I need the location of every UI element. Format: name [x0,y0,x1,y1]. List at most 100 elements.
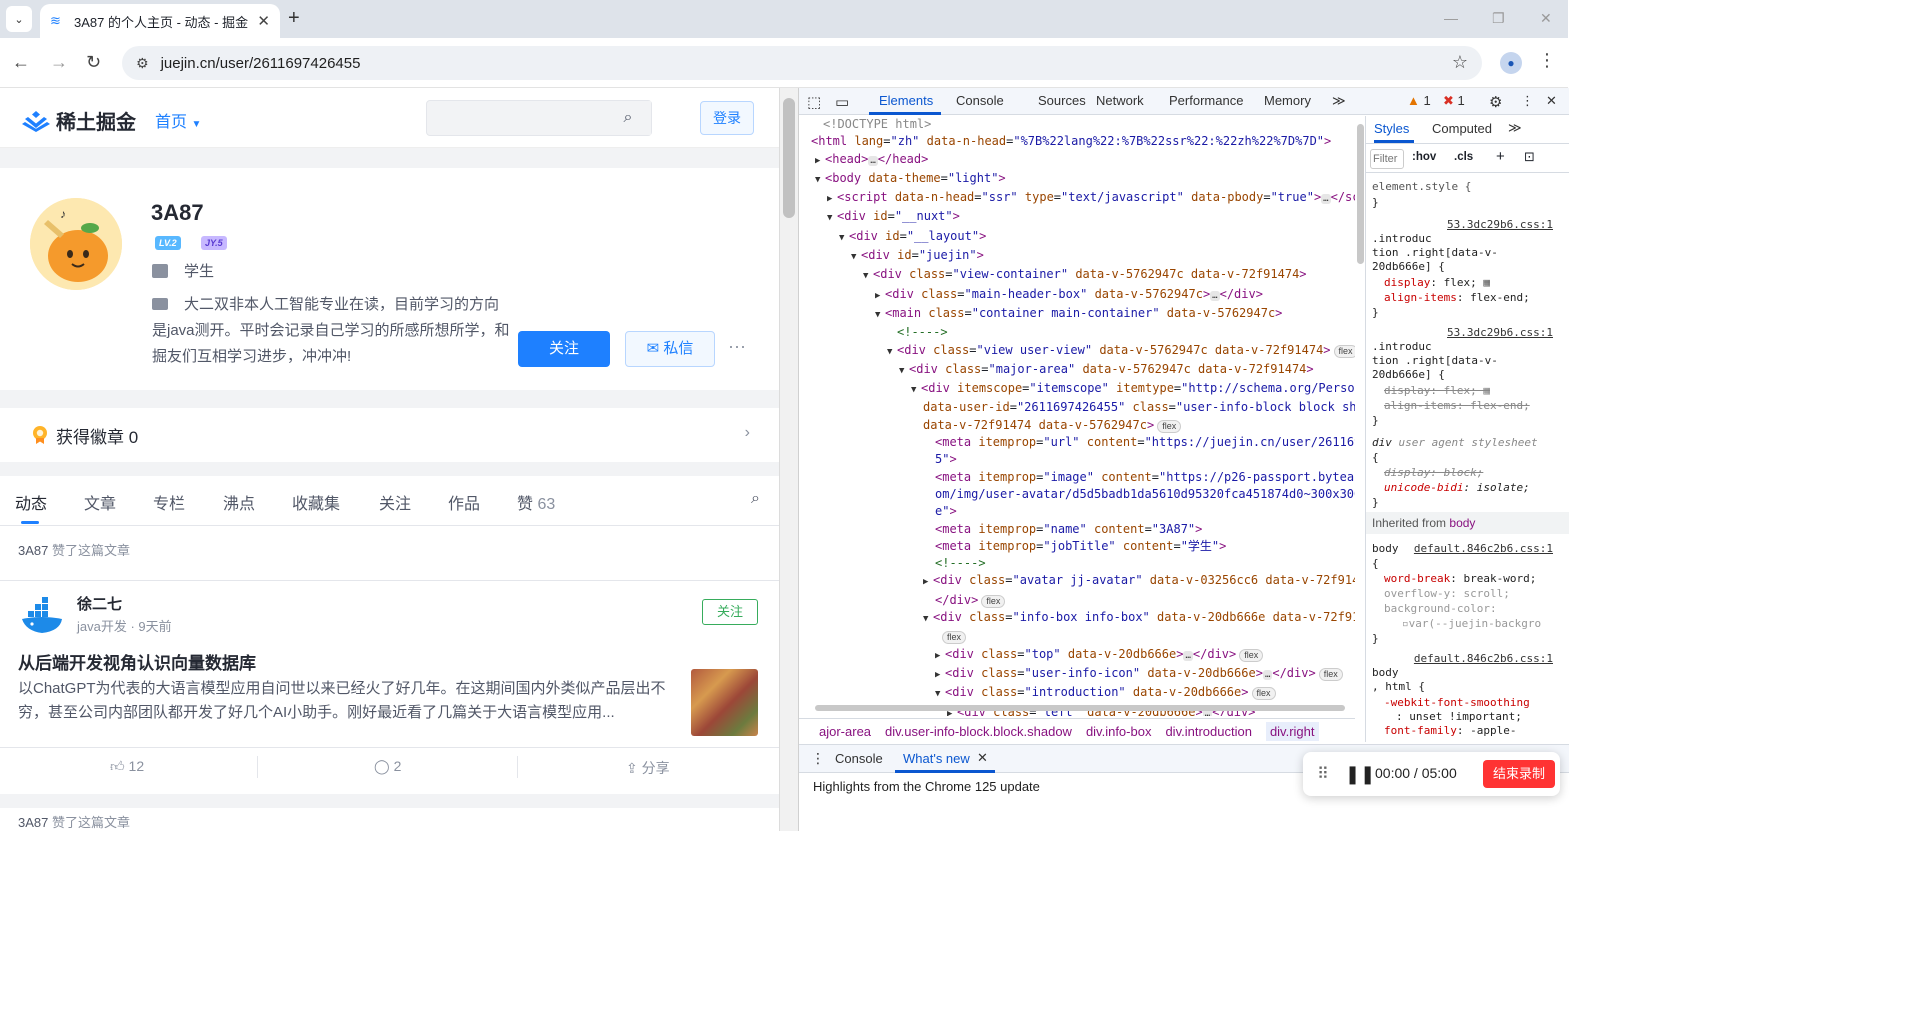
style-selector[interactable]: tion .right[data-v- [1372,246,1498,259]
back-icon[interactable]: ← [12,50,30,74]
article-title[interactable]: 从后端开发视角认识向量数据库 [18,649,256,674]
dom-node[interactable]: <!----> [799,324,1355,341]
style-selector[interactable]: tion .right[data-v- [1372,354,1498,367]
dom-node[interactable]: <meta itemprop="url" content="https://ju… [799,434,1355,451]
style-declaration[interactable]: -webkit-font-smoothing [1372,696,1530,709]
dom-node[interactable]: data-v-72f91474 data-v-5762947c> flex [799,417,1355,434]
browser-tab-active[interactable]: ≋ 3A87 的个人主页 - 动态 - 掘金 ✕ [40,4,280,38]
tab-network[interactable]: Network [1096,93,1144,108]
dom-node[interactable]: <meta itemprop="name" content="3A87"> [799,521,1355,538]
page-scrollbar[interactable] [780,88,798,831]
style-selector[interactable]: 20db666e] { [1372,260,1445,273]
dom-node[interactable]: ▶ <div class="avatar jj-avatar" data-v-03… [799,572,1355,591]
page-scrollbar-thumb[interactable] [783,98,795,218]
drawer-tab-console[interactable]: Console [835,751,883,766]
stylesheet-link[interactable]: default.846c2b6.css:1 [1414,652,1553,665]
more-tabs-icon[interactable]: ≫ [1508,120,1522,136]
more-tabs-icon[interactable]: ≫ [1332,93,1346,109]
dom-node[interactable]: ▼ <div itemscope="itemscope" itemtype="ht… [799,380,1355,399]
style-selector[interactable]: .introduc [1372,232,1432,245]
dom-node[interactable]: ▶ <head>… </head> [799,151,1355,170]
dom-node[interactable]: ▶ <div class="main-header-box" data-v-576… [799,286,1355,305]
dom-node[interactable]: <!DOCTYPE html> [799,116,1355,133]
dom-node[interactable]: ▶ <div class="user-info-icon" data-v-20db… [799,665,1355,684]
juejin-logo[interactable]: 稀土掘金 [22,106,136,135]
message-button[interactable]: ✉ 私信 [625,331,715,367]
tab-following[interactable]: 关注 [379,490,411,514]
toggle-element-state-icon[interactable]: ⊡ [1524,149,1535,165]
author-avatar[interactable] [18,597,66,639]
dom-node[interactable]: om/img/user-avatar/d5d5badb1da5610d95320… [799,486,1355,503]
style-declaration[interactable]: word-break: break-word; [1372,572,1536,585]
elements-horizontal-scrollbar[interactable] [805,702,1353,712]
tab-works[interactable]: 作品 [448,490,480,514]
inherited-element[interactable]: body [1449,516,1475,530]
dom-node[interactable]: <meta itemprop="image" content="https://… [799,469,1355,486]
follow-author-button[interactable]: 关注 [702,599,758,625]
close-tab-icon[interactable]: ✕ [257,12,270,30]
dom-node[interactable]: ▼ <div class="introduction" data-v-20db66… [799,684,1355,703]
forward-icon[interactable]: → [50,50,68,74]
dom-node[interactable]: ▼ <div class="view-container" data-v-5762… [799,266,1355,285]
errors-indicator[interactable]: ✖ 1 [1443,93,1465,109]
address-bar[interactable]: ⚙ juejin.cn/user/2611697426455 ☆ [122,46,1482,80]
reload-icon[interactable]: ↻ [86,50,101,74]
settings-gear-icon[interactable]: ⚙ [1489,93,1502,111]
tab-computed[interactable]: Computed [1432,121,1492,136]
style-selector[interactable]: body [1372,666,1399,679]
style-declaration-overridden[interactable]: display: block; [1372,466,1483,479]
search-input[interactable]: ⌕ [426,100,652,136]
tab-activity[interactable]: 动态 [15,490,47,514]
style-declaration-inactive[interactable]: overflow-y: scroll; [1372,587,1510,600]
style-declaration-inactive[interactable]: background-color: [1372,602,1497,615]
new-tab-icon[interactable]: + [288,8,300,28]
cls-toggle[interactable]: .cls [1454,151,1473,163]
stylesheet-link[interactable]: 53.3dc29b6.css:1 [1447,218,1553,231]
dom-node[interactable]: e"> [799,503,1355,520]
horizontal-scrollbar-thumb[interactable] [815,705,1345,711]
dom-node[interactable]: <html lang="zh" data-n-head="%7B%22lang%… [799,133,1355,150]
tab-articles[interactable]: 文章 [84,490,116,514]
dom-node[interactable]: ▼ <div id="juejin"> [799,247,1355,266]
inspect-element-icon[interactable]: ⬚ [807,93,821,111]
drag-handle-icon[interactable]: ⠿ [1317,764,1329,784]
tab-collections[interactable]: 收藏集 [292,490,340,514]
stylesheet-link[interactable]: 53.3dc29b6.css:1 [1447,326,1553,339]
dom-node[interactable]: ▼ <div id="__nuxt"> [799,208,1355,227]
drawer-menu-icon[interactable]: ⋮ [811,750,825,767]
breadcrumb-item-current[interactable]: div.right [1265,722,1319,741]
close-drawer-tab-icon[interactable]: ✕ [977,750,988,766]
style-declaration[interactable]: font-family: -apple- [1372,724,1516,737]
more-options-button[interactable]: ··· [728,336,746,357]
tab-memory[interactable]: Memory [1264,93,1311,108]
stylesheet-link[interactable]: default.846c2b6.css:1 [1414,542,1553,555]
style-selector[interactable]: body [1372,542,1399,555]
breadcrumb-item[interactable]: div.info-box [1086,724,1152,739]
tab-search-button[interactable]: ⌄ [6,6,32,32]
hov-toggle[interactable]: :hov [1412,151,1436,163]
close-devtools-icon[interactable]: ✕ [1546,93,1557,109]
style-selector[interactable]: div user agent stylesheet [1372,436,1538,449]
tab-console[interactable]: Console [956,93,1004,108]
style-selector[interactable]: 20db666e] { [1372,368,1445,381]
breadcrumb-item[interactable]: div.introduction [1165,724,1251,739]
stop-recording-button[interactable]: 结束录制 [1483,760,1555,788]
tab-sources[interactable]: Sources [1038,93,1086,108]
share-button[interactable]: ⇪ 分享 [626,758,670,778]
profile-avatar-icon[interactable]: ● [1500,52,1522,74]
close-window-icon[interactable]: ✕ [1540,10,1552,27]
login-button[interactable]: 登录 [700,101,754,135]
style-selector[interactable]: , html { [1372,680,1425,693]
dom-node[interactable]: ▼ <div class="info-box info-box" data-v-2… [799,609,1355,628]
dom-node[interactable]: ▶ <div class="top" data-v-20db666e>… </div… [799,646,1355,665]
breadcrumb-item[interactable]: ajor-area [819,724,871,739]
jy-badge[interactable]: JY.5 [201,236,227,250]
dom-node[interactable]: <!----> [799,555,1355,572]
styles-filter-input[interactable] [1370,149,1404,169]
dom-node[interactable]: 5"> [799,451,1355,468]
warnings-indicator[interactable]: ▲ 1 [1407,93,1431,108]
feed-search-icon[interactable]: ⌕ [751,490,760,508]
dom-tree[interactable]: <!DOCTYPE html> <html lang="zh" data-n-h… [799,116,1355,716]
drawer-tab-whats-new[interactable]: What's new [903,751,970,766]
site-info-icon[interactable]: ⚙ [136,55,149,72]
